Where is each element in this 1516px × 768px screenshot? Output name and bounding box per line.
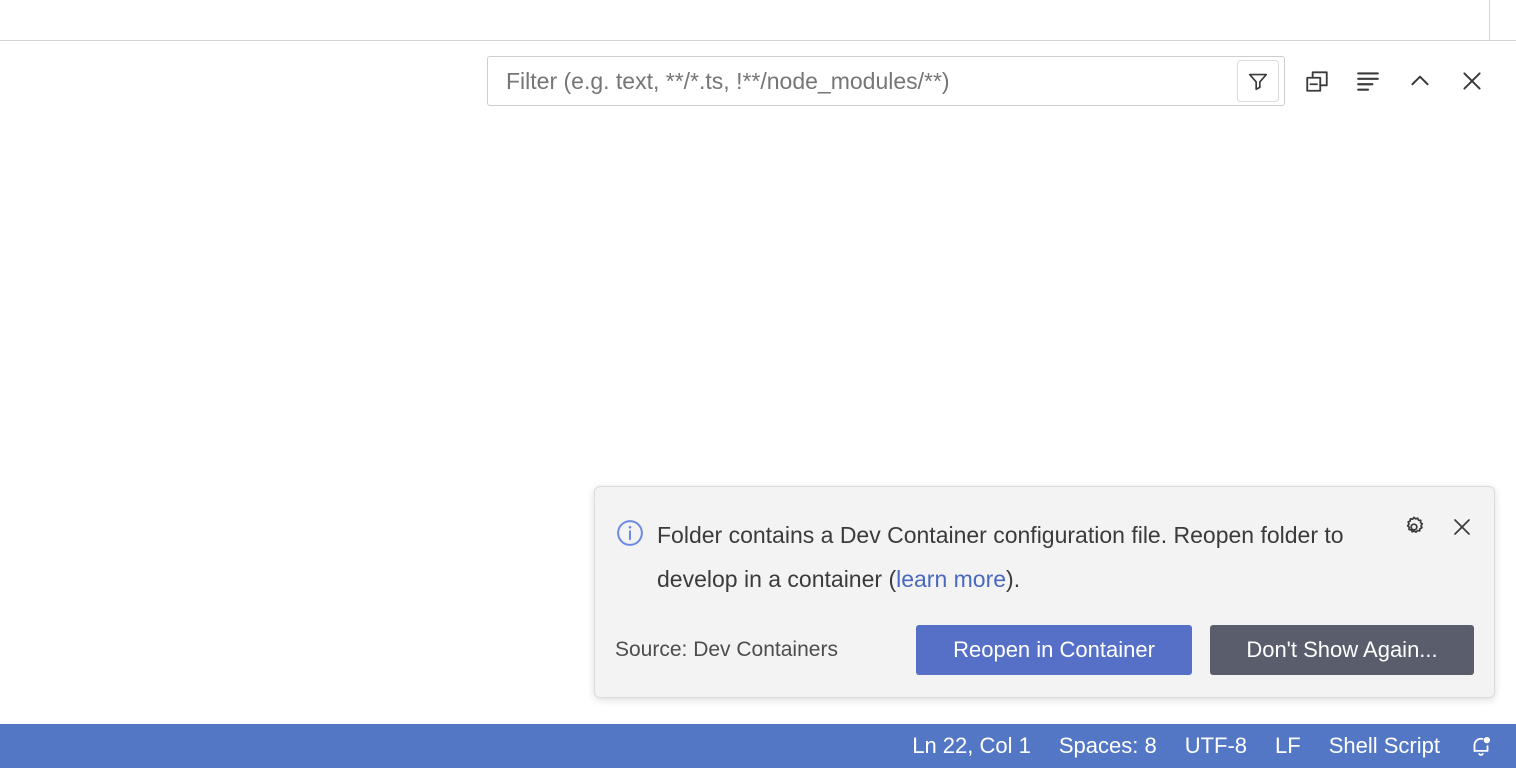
status-editor-indentation[interactable]: Spaces: 8 — [1045, 724, 1171, 768]
close-panel-icon[interactable] — [1455, 64, 1489, 98]
notification-message-part2: ). — [1006, 566, 1020, 592]
editor-group-divider — [1489, 0, 1490, 41]
funnel-filter-icon[interactable] — [1237, 60, 1279, 102]
status-bar: Ln 22, Col 1 Spaces: 8 UTF-8 LF Shell Sc… — [0, 724, 1516, 768]
filter-input[interactable] — [488, 57, 1237, 105]
gear-icon[interactable] — [1400, 513, 1428, 541]
editor-area-bottom-strip — [0, 0, 1516, 41]
notification-message: Folder contains a Dev Container configur… — [657, 513, 1377, 601]
notification-toolbar — [1400, 513, 1476, 541]
vscode-window: Folder contains a Dev Container configur… — [0, 0, 1516, 768]
status-editor-selection[interactable]: Ln 22, Col 1 — [898, 724, 1045, 768]
notification-buttons: Reopen in Container Don't Show Again... — [916, 625, 1474, 675]
status-editor-language[interactable]: Shell Script — [1315, 724, 1454, 768]
filter-box[interactable] — [487, 56, 1285, 106]
learn-more-link[interactable]: learn more — [896, 566, 1006, 592]
clear-output-copy-icon[interactable] — [1300, 64, 1334, 98]
status-editor-encoding[interactable]: UTF-8 — [1171, 724, 1261, 768]
notification-toast: Folder contains a Dev Container configur… — [594, 486, 1495, 698]
dont-show-again-button[interactable]: Don't Show Again... — [1210, 625, 1474, 675]
panel-toolbar — [0, 42, 1516, 118]
notification-close-icon[interactable] — [1448, 513, 1476, 541]
info-circle-icon — [615, 518, 645, 548]
reopen-in-container-button[interactable]: Reopen in Container — [916, 625, 1192, 675]
maximize-panel-size-icon[interactable] — [1403, 64, 1437, 98]
notification-footer: Source: Dev Containers Reopen in Contain… — [595, 619, 1496, 681]
turn-auto-scrolling-off-icon[interactable] — [1351, 64, 1385, 98]
bell-dot-icon[interactable] — [1454, 724, 1506, 768]
status-editor-eol[interactable]: LF — [1261, 724, 1315, 768]
notification-content: Folder contains a Dev Container configur… — [595, 487, 1496, 601]
notification-source: Source: Dev Containers — [615, 638, 838, 662]
